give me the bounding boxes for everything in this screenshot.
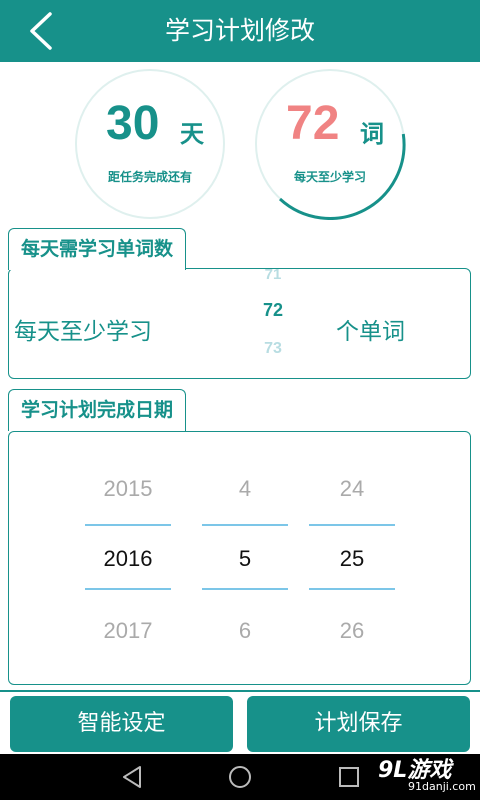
month-option-selected[interactable]: 5 (202, 546, 288, 572)
words-picker-next[interactable]: 73 (253, 340, 293, 358)
nav-back-icon[interactable] (118, 762, 148, 792)
day-divider-top (309, 524, 395, 526)
footer-divider (0, 690, 480, 692)
nav-home-icon[interactable] (225, 762, 255, 792)
words-caption: 每天至少学习 (293, 170, 366, 184)
words-picker-selected[interactable]: 72 (253, 300, 293, 321)
month-divider-top (202, 524, 288, 526)
nav-recents-icon[interactable] (334, 762, 364, 792)
page-title: 学习计划修改 (164, 16, 315, 45)
days-value: 30 (106, 97, 160, 150)
smart-setup-button[interactable]: 智能设定 (10, 696, 233, 752)
month-option-next[interactable]: 6 (202, 618, 288, 644)
month-option-prev[interactable]: 4 (202, 476, 288, 502)
completion-date-section-title: 学习计划完成日期 (8, 389, 187, 431)
daily-words-prefix: 每天至少学习 (14, 319, 152, 345)
day-divider-bottom (309, 588, 395, 590)
days-remaining-card: 30 天 距任务完成还有 (70, 68, 230, 220)
daily-words-section-title: 每天需学习单词数 (8, 228, 187, 270)
daily-words-card: 72 词 每天至少学习 (250, 68, 410, 220)
month-divider-bottom (202, 588, 288, 590)
daily-words-suffix: 个单词 (336, 319, 405, 345)
save-plan-button[interactable]: 计划保存 (247, 696, 470, 752)
year-divider-bottom (85, 588, 171, 590)
year-option-prev[interactable]: 2015 (85, 476, 171, 502)
words-unit: 词 (360, 120, 384, 148)
year-option-selected[interactable]: 2016 (85, 546, 171, 572)
title-bar: 学习计划修改 (0, 0, 480, 62)
day-option-next[interactable]: 26 (309, 618, 395, 644)
year-divider-top (85, 524, 171, 526)
days-caption: 距任务完成还有 (107, 170, 192, 184)
year-option-next[interactable]: 2017 (85, 618, 171, 644)
day-option-selected[interactable]: 25 (309, 546, 395, 572)
watermark-url: 91danji.com (408, 780, 476, 793)
site-watermark: 9L游戏 91danji.com (378, 752, 480, 798)
day-option-prev[interactable]: 24 (309, 476, 395, 502)
days-unit: 天 (180, 120, 204, 148)
words-value: 72 (286, 97, 340, 150)
words-picker-prev[interactable]: 71 (253, 266, 293, 283)
